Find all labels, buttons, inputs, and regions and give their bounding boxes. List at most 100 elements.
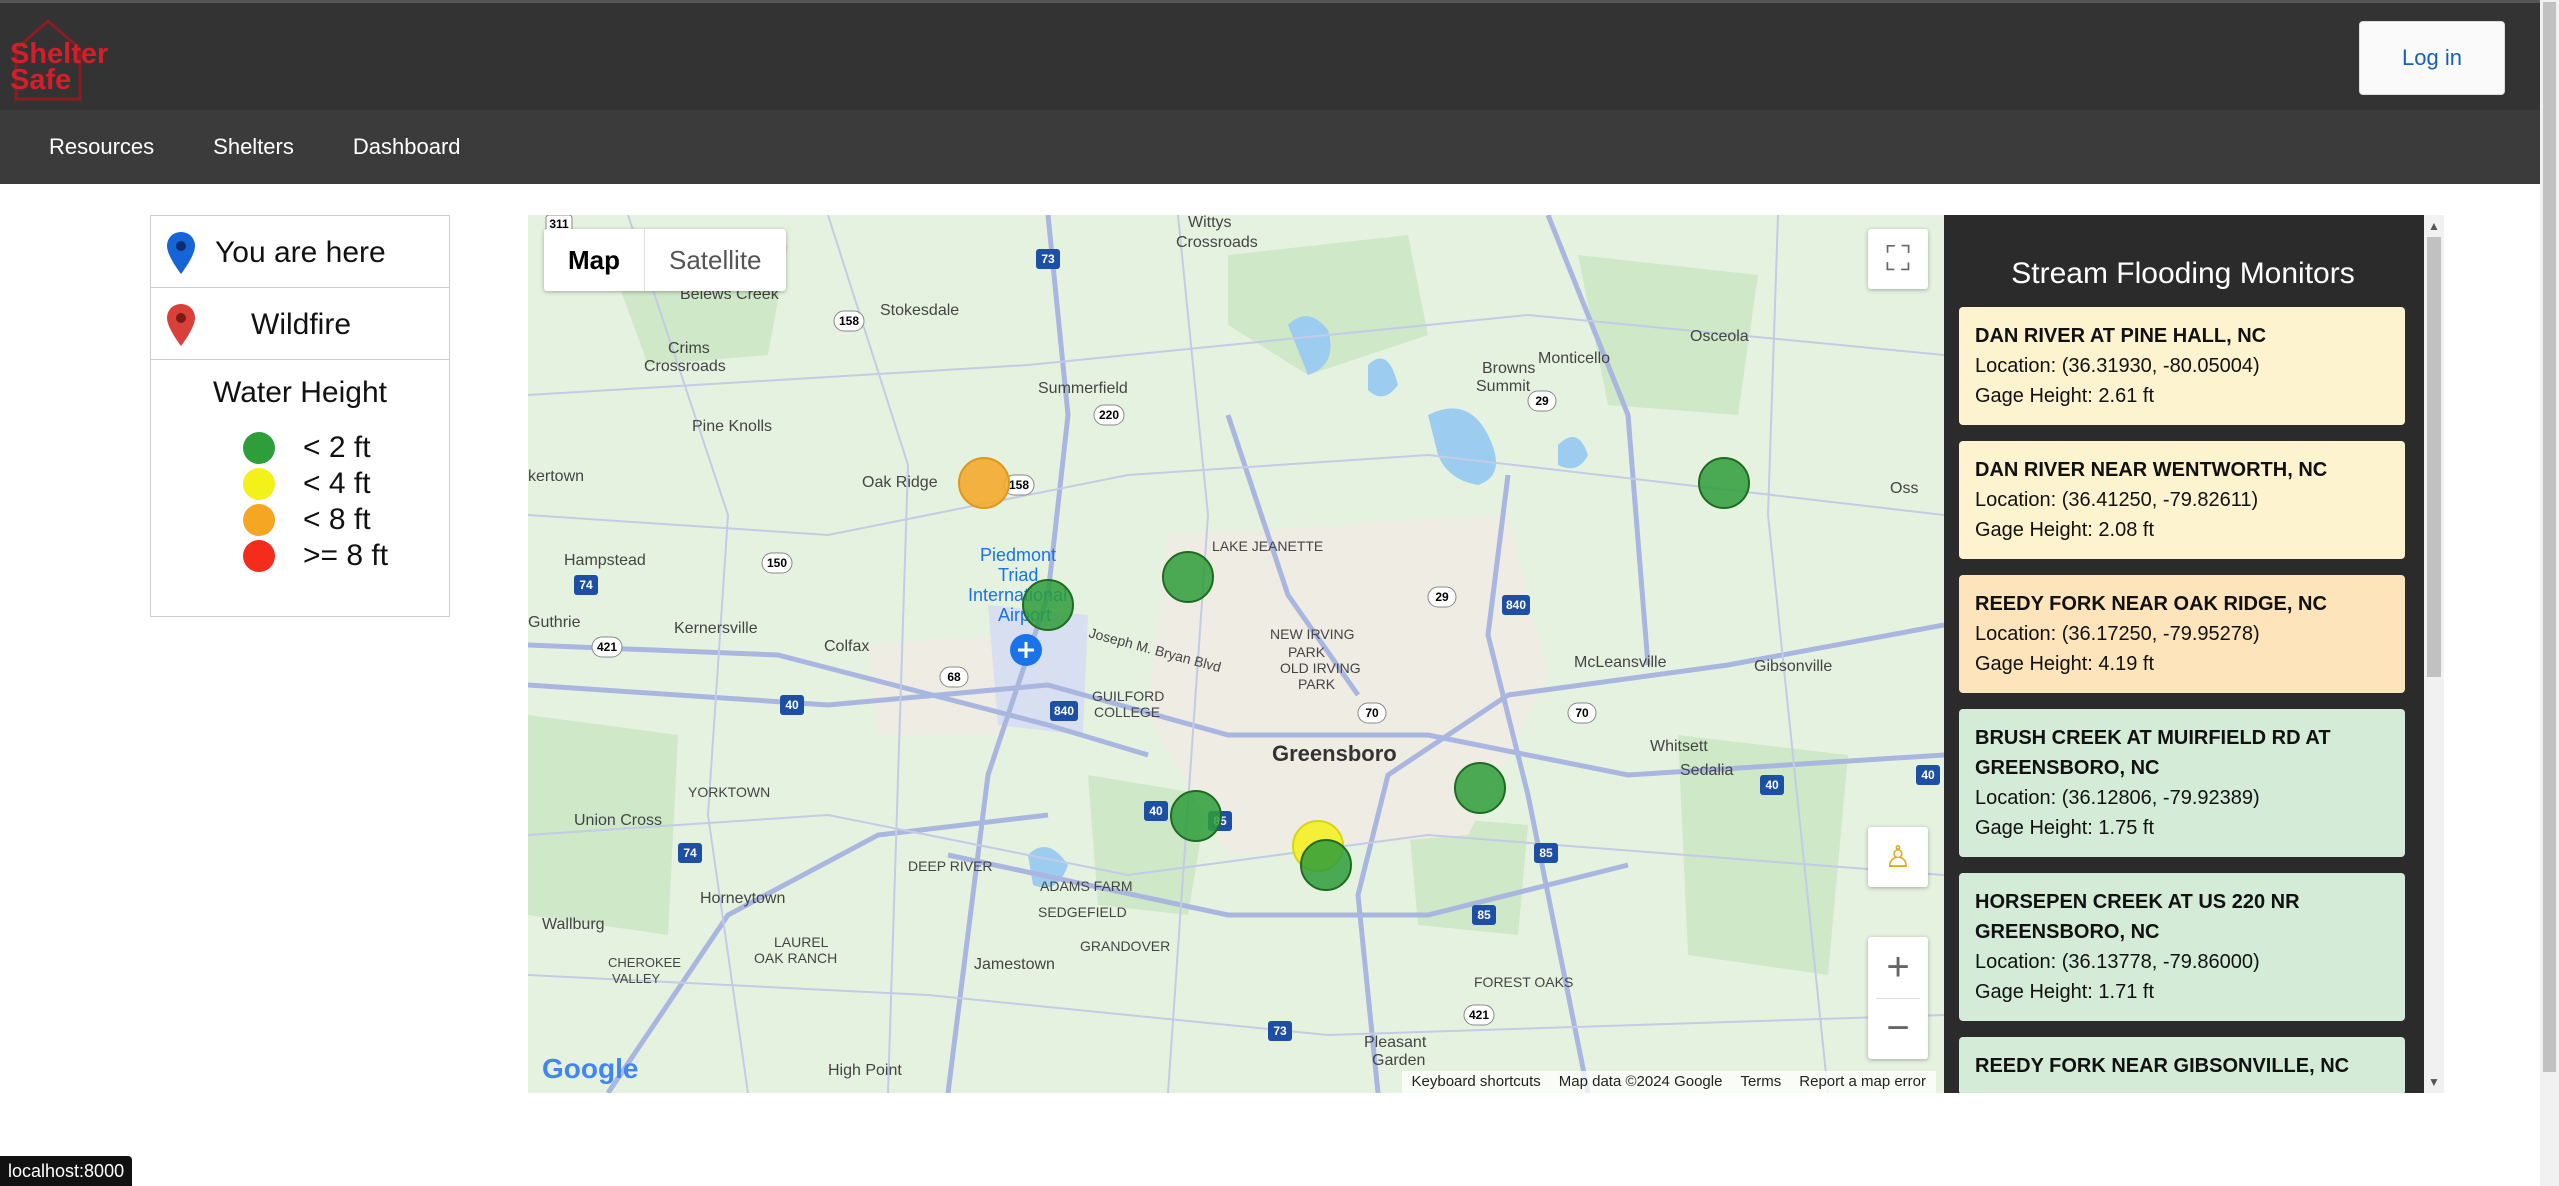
svg-text:85: 85 xyxy=(1477,908,1491,922)
highway-shield: 40 xyxy=(1144,801,1168,821)
plus-icon: + xyxy=(1886,945,1910,989)
svg-text:40: 40 xyxy=(1765,778,1779,792)
place-label: ADAMS FARM xyxy=(1040,878,1133,894)
monitor-gage: Gage Height: 2.61 ft xyxy=(1975,385,2155,407)
water-height-title: Water Height xyxy=(213,376,387,409)
zoom-out-button[interactable]: − xyxy=(1886,999,1909,1059)
scroll-up-icon[interactable]: ▲ xyxy=(2428,219,2440,233)
place-label: Colfax xyxy=(824,638,869,655)
street-view-pegman-button[interactable]: ♙ xyxy=(1868,827,1928,887)
place-label: LAKE JEANETTE xyxy=(1212,538,1323,554)
place-label: Pine Knolls xyxy=(692,418,772,435)
water-level-item: >= 8 ft xyxy=(243,538,449,574)
nav-resources[interactable]: Resources xyxy=(49,134,154,160)
google-logo[interactable]: Google xyxy=(542,1053,638,1085)
page-scroll-thumb[interactable] xyxy=(2543,2,2556,1072)
terms-link[interactable]: Terms xyxy=(1740,1073,1781,1091)
monitor-gage: Gage Height: 1.75 ft xyxy=(1975,817,2155,839)
place-label: GUILFORD xyxy=(1092,688,1164,704)
monitor-card[interactable]: HORSEPEN CREEK AT US 220 NR GREENSBORO, … xyxy=(1959,873,2405,1021)
monitor-card[interactable]: REEDY FORK NEAR GIBSONVILLE, NC xyxy=(1959,1037,2405,1093)
fullscreen-button[interactable]: ⛶ xyxy=(1868,229,1928,289)
nav-shelters[interactable]: Shelters xyxy=(213,134,294,160)
place-label: Guthrie xyxy=(528,614,581,631)
monitor-gage: Gage Height: 2.08 ft xyxy=(1975,519,2155,541)
monitor-name: DAN RIVER AT PINE HALL, NC xyxy=(1975,325,2267,347)
monitor-marker[interactable] xyxy=(1170,790,1222,842)
monitor-marker[interactable] xyxy=(1454,762,1506,814)
monitor-name: REEDY FORK NEAR GIBSONVILLE, NC xyxy=(1975,1055,2350,1077)
monitor-card[interactable]: BRUSH CREEK AT MUIRFIELD RD AT GREENSBOR… xyxy=(1959,709,2405,857)
monitor-card[interactable]: DAN RIVER AT PINE HALL, NC Location: (36… xyxy=(1959,307,2405,425)
page-scrollbar[interactable] xyxy=(2540,0,2559,1186)
monitor-marker[interactable] xyxy=(1022,579,1074,631)
place-label: Oss xyxy=(1890,480,1918,497)
monitor-name: HORSEPEN CREEK AT US 220 NR GREENSBORO, … xyxy=(1975,891,2300,943)
place-label: Hampstead xyxy=(564,552,646,569)
place-label: Stokesdale xyxy=(880,302,959,319)
map-type-map-button[interactable]: Map xyxy=(544,229,644,291)
place-label: Garden xyxy=(1372,1052,1425,1069)
place-label: Greensboro xyxy=(1272,741,1397,766)
map-type-satellite-button[interactable]: Satellite xyxy=(644,229,786,291)
pegman-icon: ♙ xyxy=(1884,840,1912,874)
scroll-down-icon[interactable]: ▼ xyxy=(2428,1075,2440,1089)
report-map-error-link[interactable]: Report a map error xyxy=(1799,1073,1926,1091)
zoom-in-button[interactable]: + xyxy=(1886,938,1909,998)
svg-text:73: 73 xyxy=(1273,1024,1287,1038)
place-label: High Point xyxy=(828,1062,902,1079)
map-view[interactable]: Wittys Crossroads Belews Creek Stokesdal… xyxy=(528,215,1944,1093)
stream-monitors-panel[interactable]: Stream Flooding Monitors DAN RIVER AT PI… xyxy=(1944,215,2444,1093)
place-label: Summit xyxy=(1476,378,1531,395)
place-label: Crims xyxy=(668,340,710,357)
legend-wildfire-label: Wildfire xyxy=(251,308,352,341)
highway-shield: 40 xyxy=(1760,775,1784,795)
place-label: FOREST OAKS xyxy=(1474,974,1573,990)
place-label: Oak Ridge xyxy=(862,474,938,491)
svg-text:40: 40 xyxy=(785,698,799,712)
shelter-safe-logo[interactable]: Shelter Safe xyxy=(8,19,118,101)
logo-text-safe: Safe xyxy=(10,64,72,96)
place-label: McLeansville xyxy=(1574,654,1667,671)
highway-shield: 840 xyxy=(1050,701,1078,721)
status-url: localhost:8000 xyxy=(0,1156,133,1186)
location-pin-icon xyxy=(167,232,195,274)
monitor-card[interactable]: DAN RIVER NEAR WENTWORTH, NC Location: (… xyxy=(1959,441,2405,559)
place-label: VALLEY xyxy=(612,971,661,986)
place-label: Summerfield xyxy=(1038,380,1128,397)
nav-dashboard[interactable]: Dashboard xyxy=(353,134,461,160)
monitor-marker[interactable] xyxy=(958,457,1010,509)
highway-shield: 68 xyxy=(939,666,969,688)
map-type-control: Map Satellite xyxy=(544,229,786,291)
monitor-name: REEDY FORK NEAR OAK RIDGE, NC xyxy=(1975,593,2327,615)
monitor-location: Location: (36.41250, -79.82611) xyxy=(1975,489,2259,511)
map-canvas[interactable]: Wittys Crossroads Belews Creek Stokesdal… xyxy=(528,215,1944,1093)
zoom-control: + − xyxy=(1868,937,1928,1059)
monitor-gage: Gage Height: 4.19 ft xyxy=(1975,653,2155,675)
place-label: Jamestown xyxy=(974,956,1055,973)
panel-scrollbar[interactable]: ▲ ▼ xyxy=(2424,215,2444,1093)
monitor-marker[interactable] xyxy=(1698,457,1750,509)
svg-text:74: 74 xyxy=(579,578,593,592)
highway-shield: 158 xyxy=(833,310,865,332)
keyboard-shortcuts-link[interactable]: Keyboard shortcuts xyxy=(1412,1073,1541,1091)
monitor-marker[interactable] xyxy=(1300,839,1352,891)
svg-text:150: 150 xyxy=(767,556,787,570)
legend-you-label: You are here xyxy=(215,236,386,269)
highway-shield: 40 xyxy=(1916,765,1940,785)
highway-shield: 73 xyxy=(1268,1021,1292,1041)
place-label: Osceola xyxy=(1690,328,1749,345)
place-label: kertown xyxy=(528,468,584,485)
monitor-marker[interactable] xyxy=(1162,551,1214,603)
panel-scroll-thumb[interactable] xyxy=(2427,237,2441,677)
place-label: Triad xyxy=(998,565,1038,585)
place-label: Kernersville xyxy=(674,620,758,637)
wildfire-pin-icon xyxy=(167,304,195,346)
water-level-item: < 2 ft xyxy=(243,430,449,466)
monitor-gage: Gage Height: 1.71 ft xyxy=(1975,981,2155,1003)
place-label: OLD IRVING xyxy=(1280,660,1361,676)
place-label: LAUREL xyxy=(774,934,829,950)
monitor-card[interactable]: REEDY FORK NEAR OAK RIDGE, NC Location: … xyxy=(1959,575,2405,693)
top-bar: Shelter Safe Log in xyxy=(0,0,2540,110)
login-button[interactable]: Log in xyxy=(2359,21,2505,95)
